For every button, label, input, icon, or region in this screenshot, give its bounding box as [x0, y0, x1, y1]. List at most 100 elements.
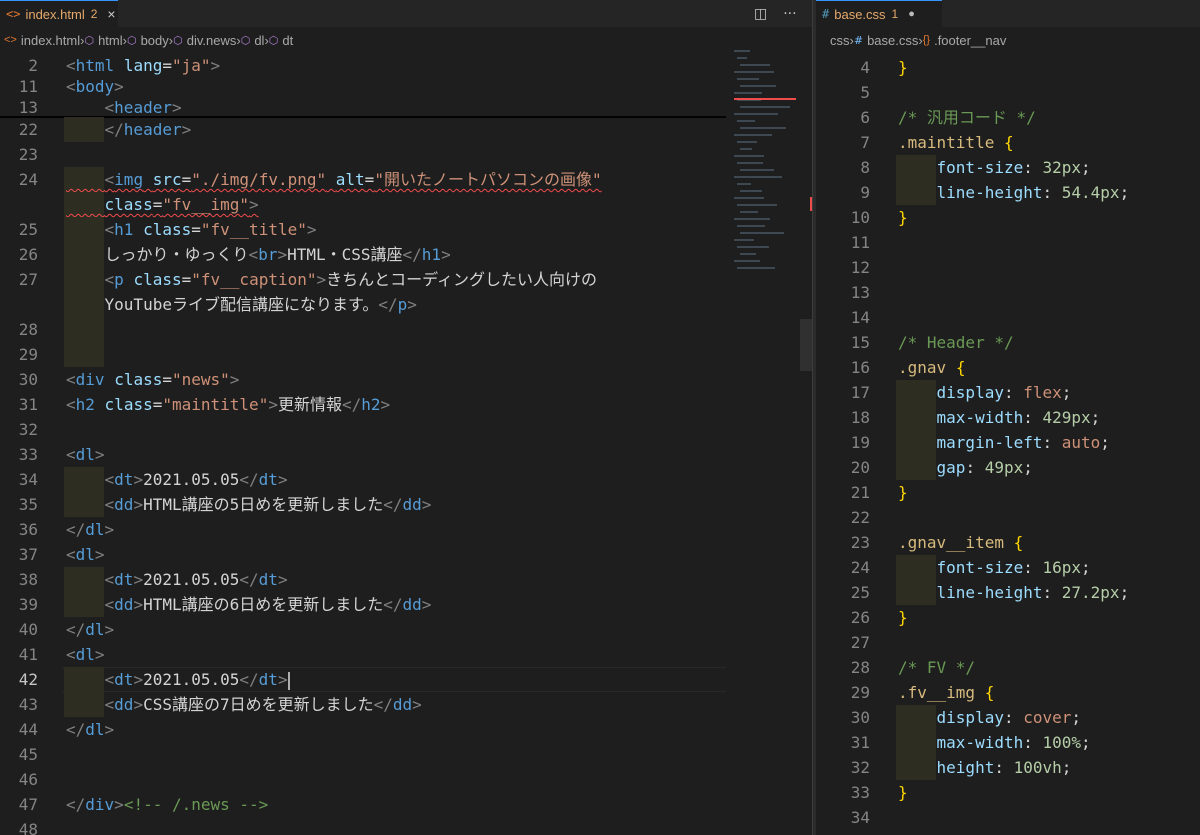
- code-line[interactable]: 34 <dt>2021.05.05</dt>: [0, 467, 726, 492]
- code-line[interactable]: 20 gap: 49px;: [816, 455, 1200, 480]
- breadcrumb-item[interactable]: {} .footer__nav: [923, 33, 1007, 48]
- code-line[interactable]: 23 .gnav__item {: [816, 530, 1200, 555]
- tab-index-html[interactable]: <> index.html 2 ×: [0, 0, 118, 27]
- code-line[interactable]: 31 max-width: 100%;: [816, 730, 1200, 755]
- vertical-scrollbar[interactable]: [800, 53, 812, 835]
- line-number: 31: [18, 395, 38, 414]
- scrollbar-thumb[interactable]: [800, 319, 812, 371]
- code-line[interactable]: 40 </dl>: [0, 617, 726, 642]
- code-line[interactable]: 33}: [816, 780, 1200, 805]
- code-line[interactable]: 11: [816, 230, 1200, 255]
- code-token: img: [114, 170, 144, 189]
- code-line[interactable]: 7 .maintitle {: [816, 130, 1200, 155]
- code-line[interactable]: 5: [816, 80, 1200, 105]
- code-token: >: [104, 720, 115, 739]
- code-line[interactable]: 24 font-size: 16px;: [816, 555, 1200, 580]
- code-line[interactable]: 24 <img src="./img/fv.png" alt="開いたノートパソ…: [0, 167, 726, 192]
- minimap[interactable]: [730, 50, 800, 280]
- code-line[interactable]: 45: [0, 742, 726, 767]
- code-line[interactable]: 10}: [816, 205, 1200, 230]
- code-line[interactable]: 29: [0, 342, 726, 367]
- code-line[interactable]: 22 </header>: [0, 117, 726, 142]
- code-line[interactable]: 48: [0, 817, 726, 835]
- breadcrumb-item[interactable]: # base.css: [854, 33, 919, 48]
- line-number: 4: [860, 58, 870, 77]
- code-line[interactable]: 27 <p class="fv__caption">きちんとコーディングしたい人…: [0, 267, 726, 292]
- breadcrumb-item[interactable]: css: [830, 33, 850, 48]
- code-line[interactable]: 14: [816, 305, 1200, 330]
- code-token: ;: [1061, 383, 1072, 402]
- code-editor[interactable]: 2 <html lang="ja"> 11 <body> 13 <header> 22 <…: [0, 53, 812, 835]
- code-editor[interactable]: 4} 5 6/* 汎用コード */7 .maintitle {8 font-size:…: [816, 55, 1200, 835]
- line-number: 8: [860, 158, 870, 177]
- code-line[interactable]: 47 </div><!-- /.news -->: [0, 792, 726, 817]
- code-line[interactable]: 32: [0, 417, 726, 442]
- breadcrumb-item[interactable]: ⬡ html: [84, 33, 122, 48]
- code-line[interactable]: 6 /* 汎用コード */: [816, 105, 1200, 130]
- code-line[interactable]: 26}: [816, 605, 1200, 630]
- breadcrumb-item[interactable]: ⬡ div.news: [173, 33, 236, 48]
- code-line[interactable]: 4}: [816, 55, 1200, 80]
- code-line[interactable]: 43 <dd>CSS講座の7日めを更新しました</dd>: [0, 692, 726, 717]
- code-line[interactable]: 31 <h2 class="maintitle">更新情報</h2>: [0, 392, 726, 417]
- code-token: =: [152, 395, 163, 414]
- breadcrumb-item[interactable]: ⬡ dl: [241, 33, 265, 48]
- code-line[interactable]: 35 <dd>HTML講座の5日めを更新しました</dd>: [0, 492, 726, 517]
- unsaved-dot-icon[interactable]: ●: [908, 8, 915, 20]
- code-token: "fv__img": [162, 195, 250, 214]
- line-number: 45: [18, 745, 38, 764]
- code-line[interactable]: 39 <dd>HTML講座の6日めを更新しました</dd>: [0, 592, 726, 617]
- code-line[interactable]: 28 /* FV */: [816, 655, 1200, 680]
- code-text: <p class="fv__caption">きちんとコーディングしたい人向けの: [66, 267, 598, 292]
- code-line[interactable]: 41 <dl>: [0, 642, 726, 667]
- code-line[interactable]: 37 <dl>: [0, 542, 726, 567]
- code-line[interactable]: 30 display: cover;: [816, 705, 1200, 730]
- code-line[interactable]: 42 <dt>2021.05.05</dt>: [0, 667, 726, 692]
- code-token: :: [1003, 708, 1024, 727]
- code-line[interactable]: 44 </dl>: [0, 717, 726, 742]
- code-line[interactable]: 9 line-height: 54.4px;: [816, 180, 1200, 205]
- line-number: 28: [18, 320, 38, 339]
- code-line[interactable]: 21}: [816, 480, 1200, 505]
- line-number: 41: [18, 645, 38, 664]
- code-line[interactable]: 32 height: 100vh;: [816, 755, 1200, 780]
- more-actions-icon[interactable]: ···: [783, 6, 796, 22]
- code-line[interactable]: 12: [816, 255, 1200, 280]
- split-editor-icon[interactable]: ◫: [754, 6, 767, 22]
- breadcrumb-item[interactable]: ⬡ body: [127, 33, 169, 48]
- code-token: ;: [1061, 758, 1072, 777]
- code-text: max-width: 429px;: [898, 405, 1101, 430]
- code-line[interactable]: 28: [0, 317, 726, 342]
- code-line[interactable]: 18 max-width: 429px;: [816, 405, 1200, 430]
- code-line[interactable]: 29 .fv__img {: [816, 680, 1200, 705]
- code-line[interactable]: 33 <dl>: [0, 442, 726, 467]
- code-line[interactable]: 23: [0, 142, 726, 167]
- code-line[interactable]: 26 しっかり・ゆっくり<br>HTML・CSS講座</h1>: [0, 242, 726, 267]
- code-line[interactable]: 13: [816, 280, 1200, 305]
- code-line[interactable]: class="fv__img">: [0, 192, 726, 217]
- code-line[interactable]: 36 </dl>: [0, 517, 726, 542]
- code-line[interactable]: 17 display: flex;: [816, 380, 1200, 405]
- code-line[interactable]: 38 <dt>2021.05.05</dt>: [0, 567, 726, 592]
- code-line[interactable]: 27: [816, 630, 1200, 655]
- code-token: :: [1003, 383, 1024, 402]
- code-line[interactable]: 25 <h1 class="fv__title">: [0, 217, 726, 242]
- close-icon[interactable]: ×: [107, 6, 115, 22]
- code-line[interactable]: 15 /* Header */: [816, 330, 1200, 355]
- code-line[interactable]: 8 font-size: 32px;: [816, 155, 1200, 180]
- breadcrumb-item[interactable]: ⬡ dt: [269, 33, 293, 48]
- line-number: 6: [860, 108, 870, 127]
- tab-base-css[interactable]: # base.css 1 ●: [816, 0, 942, 27]
- code-line[interactable]: 34: [816, 805, 1200, 830]
- code-line[interactable]: 25 line-height: 27.2px;: [816, 580, 1200, 605]
- code-line[interactable]: YouTubeライブ配信講座になります。</p>: [0, 292, 726, 317]
- minimap-line: [740, 169, 774, 171]
- minimap-line: [740, 211, 758, 213]
- code-token: <: [104, 495, 115, 514]
- breadcrumb-item[interactable]: <> index.html: [4, 33, 80, 48]
- code-line[interactable]: 22: [816, 505, 1200, 530]
- code-line[interactable]: 19 margin-left: auto;: [816, 430, 1200, 455]
- code-line[interactable]: 46: [0, 767, 726, 792]
- code-line[interactable]: 16 .gnav {: [816, 355, 1200, 380]
- code-line[interactable]: 30 <div class="news">: [0, 367, 726, 392]
